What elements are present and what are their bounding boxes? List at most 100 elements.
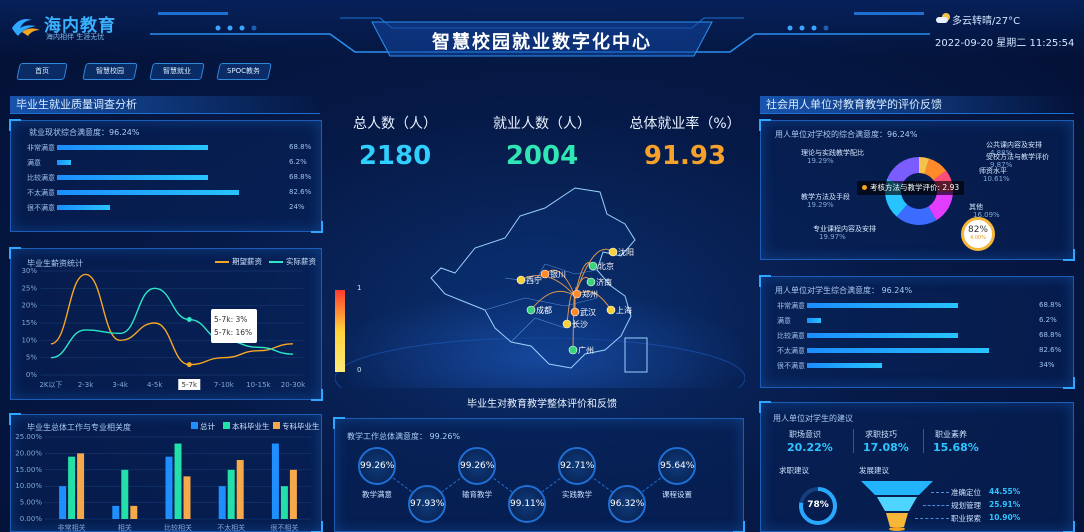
data-point[interactable] [186,317,192,323]
right3-subtitle: 用人单位对学生的建议 [773,414,853,423]
left1-row: 很不满意 24% [27,203,317,213]
map-legend-min: 0 [357,366,362,374]
pie-label: 师资水平 [979,166,1007,175]
city-label: 沈阳 [618,247,634,257]
left1-row-bar [57,175,209,180]
funnel-connector [923,505,949,506]
city-marker[interactable] [572,289,582,299]
right1-panel: 用人单位对学校的综合满意度：96.24% 公共课内容及安排 4.88% 受校方法与教… [759,119,1075,261]
x-tick-label: 2-3k [78,381,94,389]
bar[interactable] [183,476,191,519]
score-circle-label: 实践教学 [562,490,592,499]
right2-row-bar [807,303,959,308]
left1-title: 毕业生就业质量调查分析 [10,96,320,114]
left1-row: 比较满意 68.8% [27,173,317,183]
score-circle[interactable]: 99.11% [508,485,546,523]
kpi-employed-value: 2004 [505,141,579,171]
left1-row-value: 68.8% [289,143,312,151]
score-circle[interactable]: 99.26% [458,447,496,485]
right-label: 发展建议 [859,466,889,475]
bar[interactable] [130,505,138,519]
city-marker[interactable] [526,305,536,315]
bar[interactable] [77,453,85,519]
salary-line-chart: 0% 5% 10% 15% 20% 25% 30% 2K以下 2-3k 3-4k 4-5k 5-7k 7… [21,267,306,390]
score-circle[interactable]: 97.93% [408,485,446,523]
pie-value: 19.29% [807,201,834,209]
y-tick-label: 20% [21,302,37,310]
x-tick-label: 比较相关 [164,523,192,532]
tooltip-marker [862,185,867,190]
right2-row-bar [807,318,821,323]
nav-smart-campus[interactable]: 智慧校园 [82,63,138,80]
score-circle[interactable]: 99.26% [358,447,396,485]
bar[interactable] [112,505,120,519]
score-circle-label: 教学满意 [362,490,392,499]
city-marker[interactable] [606,305,616,315]
nav-spoc[interactable]: SPOC教务 [216,63,272,80]
legend-junior-marker [273,422,280,429]
score-circle[interactable]: 92.71% [558,447,596,485]
pie-tooltip: 考核方法与教学评价: 2.93 [857,181,965,195]
tooltip-line-2: 5-7k: 16% [214,328,253,337]
left1-row-bar [57,145,209,150]
y-tick-label: 15.00% [15,466,42,474]
bar[interactable] [289,469,297,519]
bar[interactable] [68,456,76,519]
city-label: 广州 [578,345,594,355]
x-tick-label: 2K以下 [39,381,62,389]
city-marker[interactable] [570,307,580,317]
city-marker[interactable] [540,269,550,279]
bar[interactable] [121,469,129,519]
funnel-connector [915,518,949,519]
right2-subtitle: 用人单位对学生综合满意度： 96.24% [775,286,913,295]
x-tick-label: 不太相关 [217,523,245,532]
left2-panel: 毕业生薪资统计 期望薪资 实际薪资 0% 5% 10% 15% 20% 25% 30% 2K以… [9,247,323,401]
x-tick-label: 5-7k [182,381,198,389]
city-marker[interactable] [586,277,596,287]
x-tick-label: 相关 [118,523,132,532]
score-circle[interactable]: 95.64% [658,447,696,485]
y-tick-label: 10% [21,336,37,344]
city-marker[interactable] [516,275,526,285]
y-tick-label: 0% [26,371,37,379]
bar[interactable] [165,456,173,519]
right2-row-bar [807,363,882,368]
nav-smart-employment[interactable]: 智慧就业 [149,63,205,80]
score-circle-label: 课程设置 [662,490,692,499]
nav-spoc-label: SPOC教务 [227,67,261,75]
gauge-sub: 4.00% [970,235,986,241]
funnel-value: 44.55% [989,487,1021,496]
pie-label: 教学方法及手段 [801,192,850,201]
left1-row-value: 68.8% [289,173,312,181]
stat-label: 职业素养 [935,430,967,439]
bar[interactable] [174,443,182,519]
city-marker[interactable] [562,319,572,329]
funnel-label: 职业探索 [951,514,981,523]
legend-undergrad-marker [223,422,230,429]
bar[interactable] [271,443,279,519]
city-marker[interactable] [608,247,618,257]
data-point[interactable] [186,362,192,368]
city-marker[interactable] [568,345,578,355]
city-marker[interactable] [588,261,598,271]
x-tick-label: 20-30k [281,381,306,389]
score-circle[interactable]: 96.32% [608,485,646,523]
nav-smart-campus-label: 智慧校园 [96,67,124,75]
funnel-label: 准确定位 [951,488,981,497]
bar[interactable] [227,469,235,519]
kpi-employed-label: 就业人数（人） [493,116,591,132]
kpi-total-value: 2180 [358,141,432,171]
right3-panel: 用人单位对学生的建议 职场意识 20.22% 求职技巧 17.08% 职业素养 15.68… [759,401,1075,532]
y-tick-label: 20.00% [15,449,42,457]
bar[interactable] [236,459,244,519]
gauge-badge: 82% 4.00% [961,217,995,251]
bar[interactable] [59,486,67,519]
bar[interactable] [218,486,226,519]
left1-row-value: 6.2% [289,158,307,166]
funnel-label: 规划管理 [951,501,981,510]
nav-home[interactable]: 首页 [16,63,68,80]
x-tick-label: 7-10k [214,381,235,389]
bar[interactable] [280,486,288,519]
kpi-total-label: 总人数（人） [353,116,437,132]
city-label: 成都 [536,305,552,315]
